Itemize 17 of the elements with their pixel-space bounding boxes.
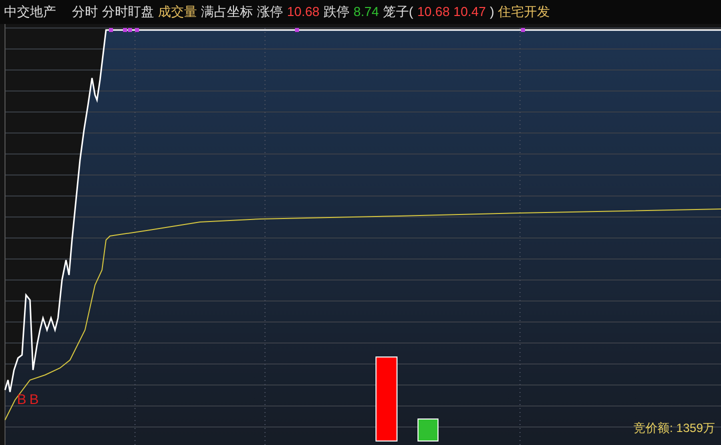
header-label: 8.74 [354, 3, 379, 22]
buy-signal-marker: B [29, 392, 39, 406]
header-label: 笼子( [382, 3, 414, 22]
header-label: 跌停 [324, 3, 350, 22]
header-label: ) [490, 3, 494, 22]
header-label: 10.68 10.47 [417, 3, 486, 22]
header-label: 住宅开发 [498, 3, 550, 22]
buy-signal-marker: B [17, 392, 26, 406]
header-label: 成交量 [158, 3, 197, 22]
auction-amount: 竞价额: 1359万 [634, 420, 715, 437]
header-label: 分时盯盘 [102, 3, 154, 22]
header-label: 分时 [72, 3, 98, 22]
header-label: 满占坐标 [201, 3, 253, 22]
header-label: 涨停 [257, 3, 283, 22]
volume-bar [418, 418, 438, 442]
stock-name: 中交地产 [4, 3, 56, 22]
header-label: 10.68 [287, 3, 320, 22]
